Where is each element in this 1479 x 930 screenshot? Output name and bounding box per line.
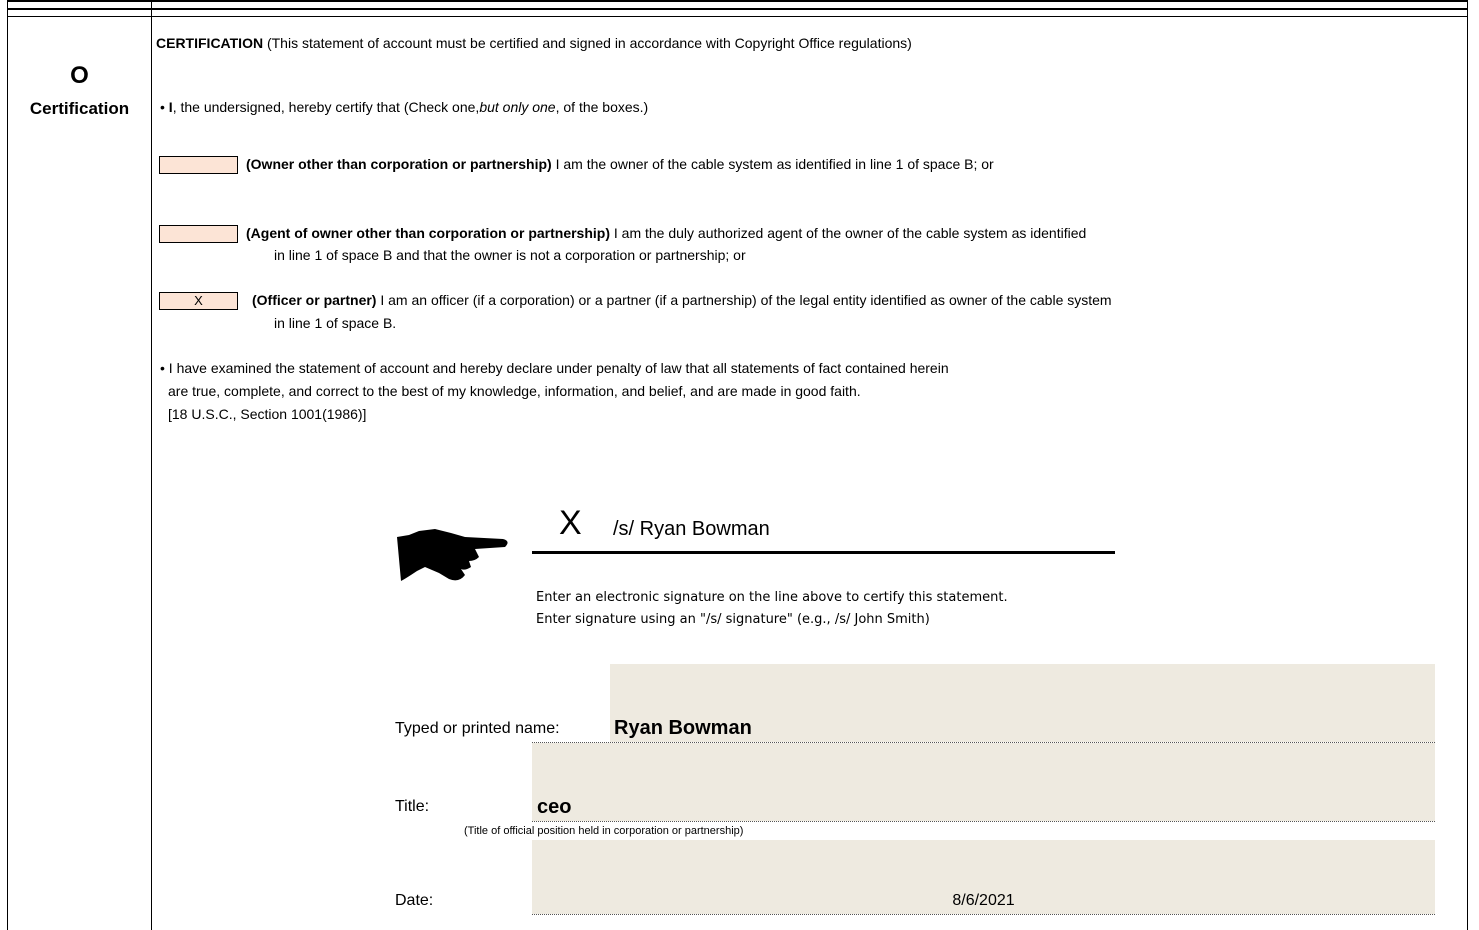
date-value[interactable]: 8/6/2021 (532, 891, 1435, 911)
title-field-bg (532, 743, 1435, 821)
signature-instruction-1: Enter an electronic signature on the lin… (536, 590, 1008, 605)
column-divider (151, 0, 152, 930)
bullet: • (160, 99, 169, 115)
title-label: Title: (395, 798, 430, 815)
option-agent-text: (Agent of owner other than corporation o… (246, 225, 1086, 242)
signature-line (532, 551, 1115, 554)
top-border-thin (7, 16, 1468, 17)
declaration-line2: are true, complete, and correct to the b… (168, 383, 861, 399)
space-letter: O (70, 62, 89, 89)
signature-x: X (559, 504, 582, 542)
option-officer-desc: I am an officer (if a corporation) or a … (376, 292, 1112, 308)
option-owner-bold: (Owner other than corporation or partner… (246, 156, 552, 172)
title-underline (532, 821, 1435, 822)
certification-heading: CERTIFICATION (This statement of account… (156, 35, 912, 52)
option-agent-desc: I am the duly authorized agent of the ow… (610, 225, 1087, 241)
signature-instruction-2: Enter signature using an "/s/ signature"… (536, 612, 930, 627)
intro-text: , the undersigned, hereby certify that (… (172, 99, 480, 115)
declaration-line1: • I have examined the statement of accou… (160, 360, 949, 376)
name-label: Typed or printed name: (395, 720, 560, 737)
option-officer-bold: (Officer or partner) (252, 292, 377, 308)
top-border-inner (7, 8, 1468, 10)
left-border (7, 0, 8, 930)
option-agent-bold: (Agent of owner other than corporation o… (246, 225, 610, 241)
top-border (7, 0, 1468, 2)
name-value[interactable]: Ryan Bowman (614, 716, 752, 740)
checkbox-agent[interactable] (159, 225, 238, 243)
intro-end: , of the boxes.) (555, 99, 649, 115)
title-value[interactable]: ceo (537, 795, 571, 819)
option-owner-text: (Owner other than corporation or partner… (246, 156, 994, 173)
certification-intro: • I, the undersigned, hereby certify tha… (160, 99, 648, 116)
option-owner-desc: I am the owner of the cable system as id… (551, 156, 994, 172)
option-agent-line2: in line 1 of space B and that the owner … (274, 247, 746, 263)
right-border (1467, 0, 1468, 930)
date-underline (532, 914, 1435, 915)
checkbox-officer[interactable]: X (159, 292, 238, 310)
title-note: (Title of official position held in corp… (464, 825, 744, 837)
option-officer-line2: in line 1 of space B. (274, 315, 397, 331)
checkbox-owner[interactable] (159, 156, 238, 174)
space-label: Certification (29, 99, 130, 118)
intro-italic: but only one (479, 99, 556, 115)
date-label: Date: (395, 892, 434, 909)
pointing-hand-icon (395, 527, 513, 583)
heading-note: (This statement of account must be certi… (263, 35, 912, 51)
signature-value[interactable]: /s/ Ryan Bowman (613, 517, 770, 541)
declaration-line3: [18 U.S.C., Section 1001(1986)] (168, 406, 367, 422)
option-officer-text: (Officer or partner) I am an officer (if… (252, 292, 1112, 309)
heading-bold: CERTIFICATION (156, 35, 264, 51)
